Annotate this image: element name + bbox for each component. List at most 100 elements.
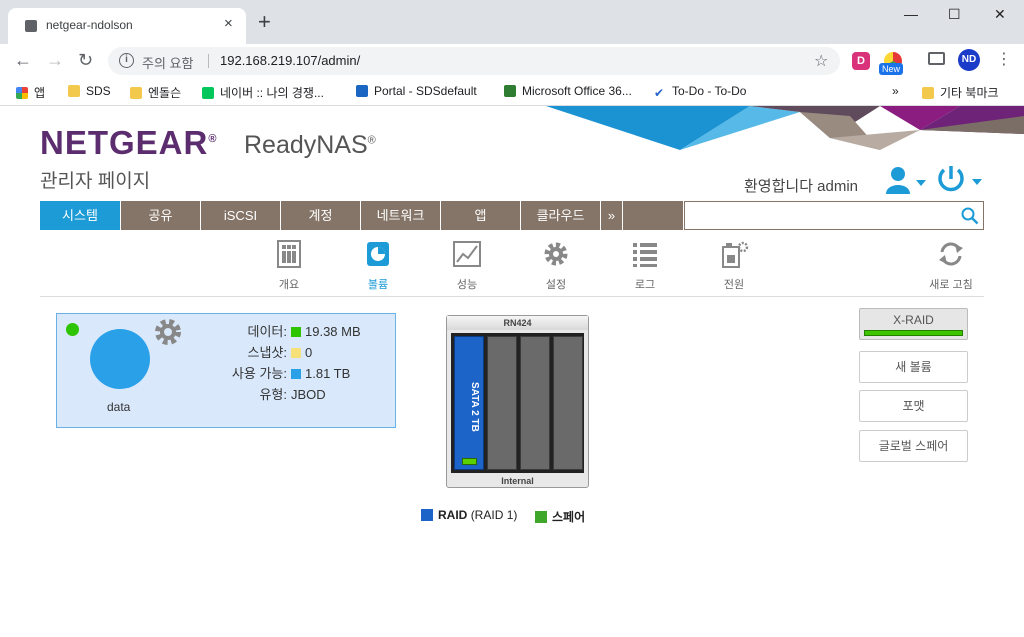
spare-label: 스페어 [552,510,586,524]
bookmark-apps[interactable]: 앱 [16,84,45,101]
disk-status-led [462,458,477,465]
power-menu-icon[interactable] [936,164,984,196]
search-icon[interactable] [961,207,979,225]
browser-toolbar: ← → ↻ i 주의 요함 192.168.219.107/admin/ ☆ D… [0,44,1024,78]
bookmark-todo[interactable]: ✔ To-Do - To-Do [654,84,746,99]
bookmark-office[interactable]: Microsoft Office 36... [504,84,632,98]
legend-raid: RAID (RAID 1) [421,508,517,522]
tab-title: netgear-ndolson [46,18,133,32]
xraid-label: X-RAID [893,313,934,327]
drive-bay-4[interactable] [553,336,583,470]
nas-chassis: RN424 SATA 2 TB Internal [446,315,589,488]
row-value: 0 [305,345,313,360]
xraid-button[interactable]: X-RAID [859,308,968,340]
netgear-logo: NETGEAR® [40,124,218,161]
close-window-icon[interactable]: ✕ [994,6,1006,23]
header-banner-graphic [546,106,1024,150]
subnav-label: 로그 [634,279,656,291]
performance-icon [453,241,481,267]
new-tab-button[interactable]: + [258,11,271,33]
subnav-settings[interactable]: 설정 [521,239,591,292]
volume-card[interactable]: data 데이터: 19.38 MB 스냅샷: 0 사용 가능: 1.81 TB 유형… [56,313,396,428]
menu-kebab-icon[interactable]: ⋮ [996,49,1012,69]
cast-icon[interactable] [928,52,945,65]
overview-icon [277,240,301,268]
address-bar[interactable]: i 주의 요함 192.168.219.107/admin/ ☆ [108,47,840,75]
forward-icon[interactable]: → [46,50,64,71]
menu-iscsi[interactable]: iSCSI [201,201,281,230]
subnav-label: 전원 [723,279,745,291]
raid-label: RAID [438,508,468,522]
row-key: 스냅샷: [247,345,288,360]
subnav-label: 새로 고침 [929,279,973,291]
snapshot-swatch [291,348,301,358]
volume-row-data: 데이터: 19.38 MB [187,321,361,340]
menu-accounts[interactable]: 계정 [281,201,361,230]
user-menu-icon[interactable] [886,166,926,194]
menu-cloud[interactable]: 클라우드 [521,201,601,230]
security-label: 주의 요함 [142,56,194,71]
new-badge: New [879,63,904,75]
subnav-power[interactable]: 전원 [699,239,769,292]
volume-icon [367,242,389,266]
bookmark-sds[interactable]: SDS [68,84,111,98]
gear-icon[interactable] [153,317,183,347]
reload-icon[interactable]: ↻ [78,50,93,71]
bookmark-star-icon[interactable]: ☆ [814,51,828,71]
maximize-icon[interactable]: ☐ [948,6,961,23]
browser-tabstrip: netgear-ndolson × + — ☐ ✕ [0,0,1024,44]
search-input[interactable] [684,201,984,230]
row-key: 유형: [259,387,287,402]
office-icon [504,85,516,97]
bookmark-label: SDS [86,84,111,98]
format-button[interactable]: 포맷 [859,390,968,422]
new-volume-button[interactable]: 새 볼륨 [859,351,968,383]
url-text[interactable]: 192.168.219.107/admin/ [220,53,360,68]
menu-apps[interactable]: 앱 [441,201,521,230]
bookmark-portal[interactable]: Portal - SDSdefault [356,84,477,98]
menu-shares[interactable]: 공유 [121,201,201,230]
bookmark-label: 엔돌슨 [148,86,182,100]
raid-type: (RAID 1) [470,508,518,522]
available-swatch [291,369,301,379]
menu-system[interactable]: 시스템 [40,201,121,230]
back-icon[interactable]: ← [14,50,32,71]
subnav-volumes[interactable]: 볼륨 [343,239,413,292]
readynas-admin-page: NETGEAR® ReadyNAS® 관리자 페이지 환영합니다 admin 시… [0,106,1024,637]
drive-bay-3[interactable] [520,336,550,470]
spare-swatch [535,511,547,523]
chassis-location: Internal [501,476,534,486]
menu-network[interactable]: 네트워크 [361,201,441,230]
menu-more-button[interactable]: » [601,201,623,230]
drive-bay-2[interactable] [487,336,517,470]
subnav-refresh[interactable]: 새로 고침 [916,239,986,292]
subnav-performance[interactable]: 성능 [432,239,502,292]
row-value: 19.38 MB [305,324,361,339]
welcome-text: 환영합니다 admin [744,178,859,195]
global-spare-button[interactable]: 글로벌 스페어 [859,430,968,462]
drive-bay-1[interactable]: SATA 2 TB [454,336,484,470]
extension-d-icon[interactable]: D [852,52,870,70]
legend-spare: 스페어 [535,508,585,525]
bookmarks-more-button[interactable]: » [892,84,899,98]
page-subtitle: 관리자 페이지 [40,171,151,192]
browser-tab[interactable]: netgear-ndolson × [8,8,246,44]
power-icon [722,241,749,268]
profile-avatar[interactable]: ND [958,49,980,71]
bookmark-other[interactable]: 기타 북마크 [922,84,999,101]
subnav-overview[interactable]: 개요 [254,239,324,292]
status-dot [66,323,79,336]
portal-icon [356,85,368,97]
info-icon[interactable]: i [119,53,134,68]
apps-grid-icon [16,87,28,99]
volume-name: data [107,400,131,414]
close-tab-icon[interactable]: × [224,15,233,32]
raid-swatch [421,509,433,521]
minimize-icon[interactable]: — [904,6,918,22]
subnav-logs[interactable]: 로그 [610,239,680,292]
subnav-label: 설정 [545,279,567,291]
product-text: ReadyNAS [244,131,368,159]
bookmark-endolson[interactable]: 엔돌슨 [130,84,181,101]
bookmark-label: Portal - SDSdefault [374,84,477,98]
bookmark-naver[interactable]: 네이버 :: 나의 경쟁... [202,84,324,101]
